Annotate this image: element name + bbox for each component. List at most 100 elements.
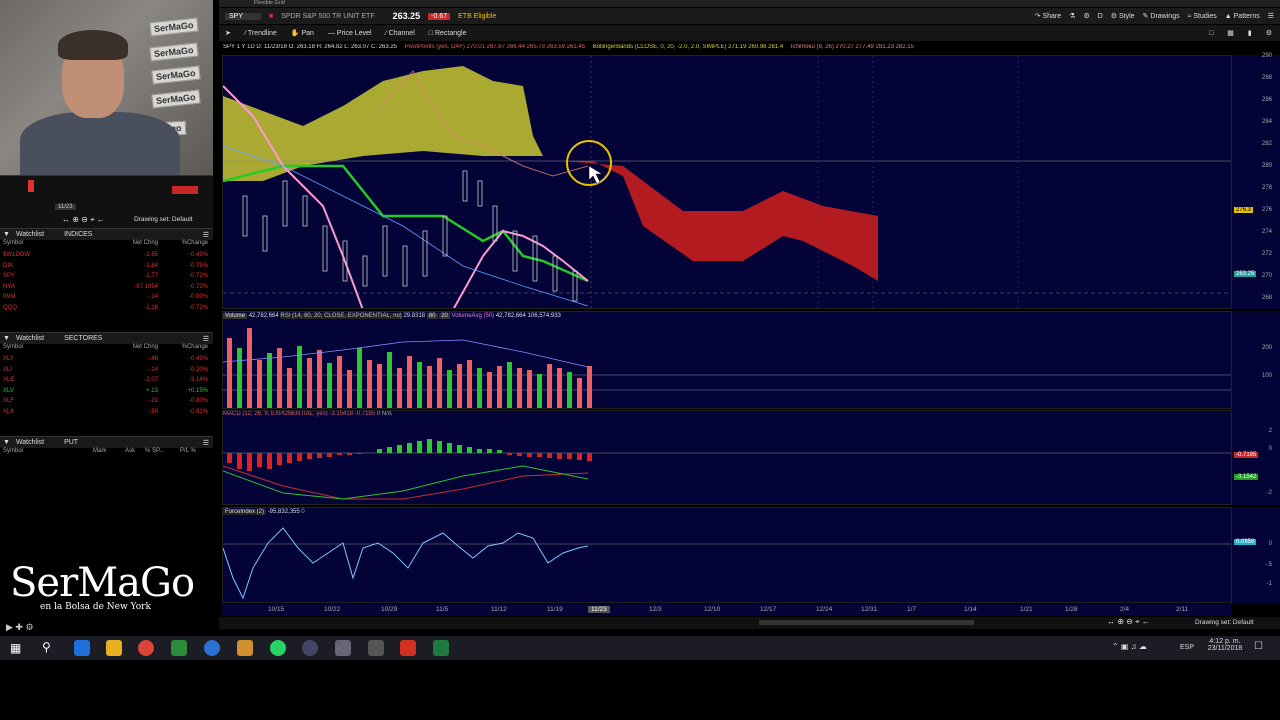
acrobat-icon[interactable] <box>400 640 416 656</box>
pan-tool[interactable]: ✋ Pan <box>291 29 314 37</box>
col-pct-sp[interactable]: % SP... <box>145 448 180 458</box>
gear-icon[interactable]: ⚙ <box>1083 12 1089 20</box>
volume-bar <box>427 366 432 408</box>
channel-tool[interactable]: ∕ Channel <box>386 30 415 37</box>
drawings-button[interactable]: ✎ Drawings <box>1143 12 1180 20</box>
search-icon[interactable]: ⚲ <box>42 640 51 654</box>
menu-icon[interactable]: ☰ <box>203 231 209 239</box>
col-pl-pct[interactable]: P/L % <box>180 448 210 458</box>
study-values-bar: SPY 1 Y 1D D: 11/23/18 O: 263.18 H: 264.… <box>219 44 1280 54</box>
grid-icon[interactable]: ▦ <box>1227 29 1234 37</box>
col-pct-change[interactable]: %Change <box>158 344 208 354</box>
app-icon[interactable] <box>335 640 351 656</box>
force-index-pane[interactable]: ForceIndex (2) -95,832,355 0 <box>222 507 1232 603</box>
list-item[interactable]: XLY -.46 -0.45% <box>0 354 213 365</box>
clock[interactable]: 4:12 p. m. 23/11/2018 <box>1200 638 1250 652</box>
patterns-label: Patterns <box>1233 12 1260 20</box>
chrome-icon[interactable] <box>138 640 154 656</box>
timeline-scrollbar[interactable] <box>759 620 974 625</box>
col-symbol[interactable]: Symbol <box>3 448 93 458</box>
link-icon[interactable]: ■ <box>269 13 273 20</box>
thinkorswim-icon[interactable] <box>171 640 187 656</box>
col-symbol[interactable]: Symbol <box>3 344 113 354</box>
chevron-down-icon[interactable]: ▼ <box>3 439 10 446</box>
app-icon[interactable] <box>204 640 220 656</box>
language-indicator[interactable]: ESP <box>1180 644 1194 651</box>
watchlist-header[interactable]: ▼ Watchlist SECTORES ☰ <box>0 332 213 344</box>
macd-bar <box>297 453 302 461</box>
period-button[interactable]: D <box>1098 13 1103 20</box>
list-item[interactable]: QQQ -1.16 -0.72% <box>0 303 213 314</box>
col-ask[interactable]: Ask <box>125 448 145 458</box>
chevron-down-icon[interactable]: ▼ <box>3 335 10 342</box>
trendline-tool[interactable]: ∕ Trendline <box>245 30 277 37</box>
panel-tools-icons[interactable]: ▶ ✚ ⚙ <box>6 622 34 633</box>
calculator-icon[interactable] <box>368 640 384 656</box>
folder-icon[interactable] <box>106 640 122 656</box>
list-item[interactable]: XLV +.13 +0.15% <box>0 386 213 397</box>
notification-icon[interactable]: ☐ <box>1254 641 1263 652</box>
chevron-down-icon[interactable]: ▼ <box>3 231 10 238</box>
list-item[interactable]: XLF -.21 -0.80% <box>0 396 213 407</box>
watchlist-group[interactable]: INDICES <box>64 231 92 238</box>
col-net-chng[interactable]: Net Chng <box>113 344 158 354</box>
list-item[interactable]: XLI -.14 -0.20% <box>0 365 213 376</box>
list-item[interactable]: SPY -1.77 -0.72% <box>0 271 213 282</box>
row-chg: +.13 <box>146 387 158 394</box>
studies-button[interactable]: ≈ Studies <box>1188 13 1217 20</box>
date-tick: 12/3 <box>649 606 662 613</box>
list-item[interactable]: DIA -1.84 -0.75% <box>0 261 213 272</box>
list-item[interactable]: NYA -87.1054 -0.72% <box>0 282 213 293</box>
excel-icon[interactable] <box>433 640 449 656</box>
drawing-set-left[interactable]: Drawing set: Default <box>134 216 193 223</box>
volume-bar <box>567 372 572 408</box>
col-net-chng[interactable]: Net Chng <box>113 240 158 250</box>
record-icon[interactable] <box>302 640 318 656</box>
row-symbol: $W1DOW <box>3 252 30 259</box>
menu-icon[interactable]: ☰ <box>203 335 209 343</box>
windows-start-icon[interactable]: ▦ <box>10 641 21 655</box>
gear-icon[interactable]: ⚙ <box>1266 29 1272 37</box>
tray-icons[interactable]: ⌃ ▣ ♫ ☁ <box>1112 642 1147 651</box>
bars-icon[interactable]: ▮ <box>1248 29 1252 37</box>
watchlist-header[interactable]: ▼ Watchlist PUT ☰ <box>0 436 213 448</box>
col-pct-change[interactable]: %Change <box>158 240 208 250</box>
list-item[interactable]: XLK -.59 -0.91% <box>0 407 213 418</box>
row-chg: -1.16 <box>144 304 158 311</box>
pivot-readout: PivotPoints (yes, DAY) 270.01 267.87 266… <box>404 44 586 50</box>
flask-icon[interactable]: ⚗ <box>1069 12 1075 20</box>
price-level-tool[interactable]: — Price Level <box>328 30 372 37</box>
task-view-icon[interactable] <box>74 640 90 656</box>
price-tick: 270 <box>1261 273 1272 279</box>
price-chart-pane[interactable] <box>222 55 1232 309</box>
macd-pane[interactable]: MACD (12, 26, 9, EXPONENTIAL, yes) -3.15… <box>222 410 1232 505</box>
symbol-input[interactable]: SPY <box>225 12 262 20</box>
pin-icon[interactable]: ➤ <box>225 29 231 37</box>
rectangle-tool[interactable]: □ Rectangle <box>429 30 467 37</box>
volume-pane[interactable]: Volume 42,782,664 RSI (14, 80, 20, CLOSE… <box>222 311 1232 409</box>
patterns-button[interactable]: ▲ Patterns <box>1225 13 1260 20</box>
style-button[interactable]: ⚙ Style <box>1111 12 1135 20</box>
share-button[interactable]: ↷ Share <box>1035 12 1062 20</box>
app-icon[interactable] <box>237 640 253 656</box>
list-item[interactable]: $W1DOW -1.65 -0.45% <box>0 250 213 261</box>
macd-bar <box>487 449 492 453</box>
watchlist-header[interactable]: ▼ Watchlist INDICES ☰ <box>0 228 213 240</box>
col-symbol[interactable]: Symbol <box>3 240 113 250</box>
volume-bar <box>387 352 392 408</box>
menu-icon[interactable]: ☰ <box>1268 12 1274 20</box>
watchlist-group[interactable]: PUT <box>64 439 78 446</box>
list-item[interactable]: XLE -2.07 -3.14% <box>0 375 213 386</box>
price-tag-current: 263.25 <box>1234 271 1257 277</box>
drawing-set-right[interactable]: Drawing set: Default <box>1195 619 1254 626</box>
layout-icon[interactable]: □ <box>1209 30 1213 37</box>
zoom-icons[interactable]: ↔ ⊕ ⊖ ⌖ ← <box>62 215 105 225</box>
date-tick: 12/24 <box>816 606 833 613</box>
col-mark[interactable]: Mark <box>93 448 125 458</box>
whatsapp-icon[interactable] <box>270 640 286 656</box>
watchlist-group[interactable]: SECTORES <box>64 335 102 342</box>
volume-axis: 200 100 <box>1232 311 1280 409</box>
menu-icon[interactable]: ☰ <box>203 439 209 447</box>
zoom-icons[interactable]: ↔ ⊕ ⊖ ⌖ ← <box>1107 617 1150 627</box>
list-item[interactable]: IWM -.14 -0.09% <box>0 292 213 303</box>
